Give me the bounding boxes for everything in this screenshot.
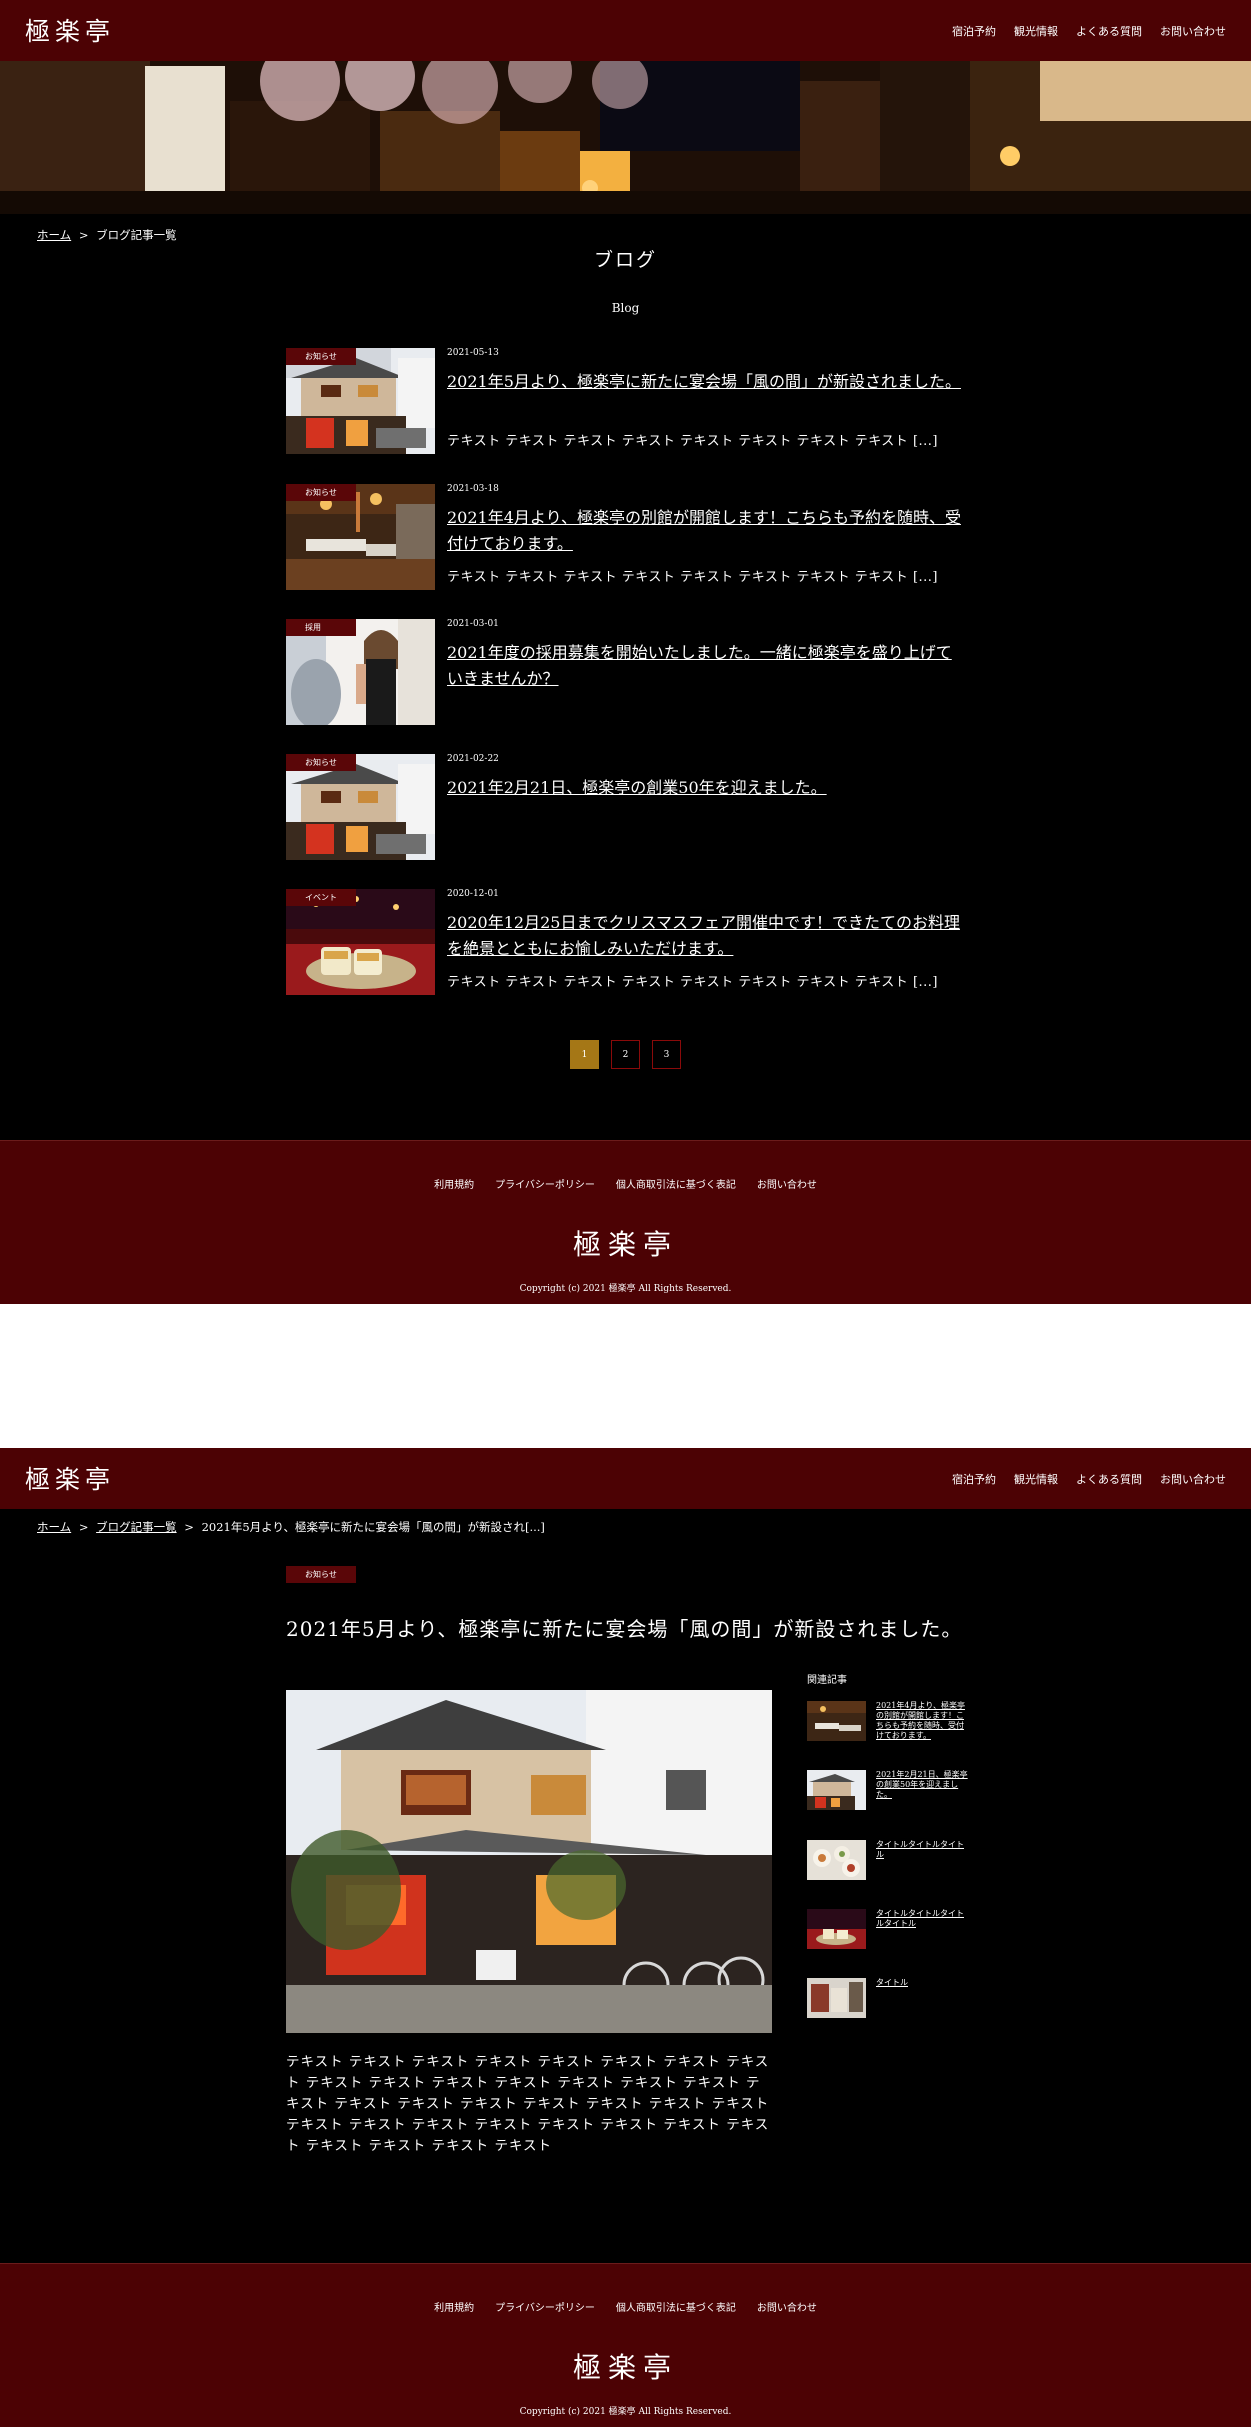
post-title-link[interactable]: 2021年度の採用募集を開始いたしました。一緒に極楽亭を盛り上げていきませんか？ [447, 640, 967, 692]
category-badge: お知らせ [286, 1566, 356, 1583]
footer-logo[interactable]: 極楽亭 [0, 1223, 1251, 1263]
related-heading: 関連記事 [807, 1675, 847, 1686]
post-date: 2020-12-01 [447, 889, 499, 899]
breadcrumb-separator: > [184, 1520, 194, 1534]
post-item: イベント 2020-12-01 2020年12月25日までクリスマスフェア開催中… [286, 889, 966, 995]
related-article[interactable]: 2021年2月21日、極楽亭の創業50年を迎えました。 [807, 1770, 977, 1810]
category-badge: お知らせ [286, 484, 356, 501]
related-thumbnail[interactable] [807, 1840, 866, 1880]
related-thumbnail[interactable] [807, 1909, 866, 1949]
post-excerpt: テキスト テキスト テキスト テキスト テキスト テキスト テキスト テキスト … [447, 975, 938, 990]
footer-link-commerce-law[interactable]: 個人商取引法に基づく表記 [616, 2299, 736, 2314]
breadcrumb-separator: > [78, 1520, 89, 1534]
nav-item-sightseeing[interactable]: 観光情報 [1014, 1471, 1058, 1487]
breadcrumb: ホーム > ブログ記事一覧 > 2021年5月より、極楽亭に新たに宴会場「風の間… [37, 1519, 545, 1535]
related-title-link[interactable]: タイトル [876, 1978, 968, 1988]
breadcrumb: ホーム > ブログ記事一覧 [37, 227, 177, 243]
footer-links: 利用規約 プライバシーポリシー 個人商取引法に基づく表記 お問い合わせ [0, 2299, 1251, 2314]
footer-link-privacy[interactable]: プライバシーポリシー [495, 1176, 595, 1191]
post-item: お知らせ 2021-02-22 2021年2月21日、極楽亭の創業50年を迎えま… [286, 754, 966, 860]
page-title: ブログ [593, 249, 657, 271]
hero-image [0, 61, 1251, 214]
breadcrumb-current: 2021年5月より、極楽亭に新たに宴会場「風の間」が新設され[...] [201, 1520, 545, 1534]
page-button-1[interactable]: 1 [570, 1040, 599, 1069]
related-article[interactable]: タイトルタイトルタイトル [807, 1840, 977, 1880]
related-thumbnail[interactable] [807, 1770, 866, 1810]
post-thumbnail[interactable]: イベント [286, 889, 435, 995]
copyright: Copyright (c) 2021 極楽亭 All Rights Reserv… [519, 2407, 732, 2417]
category-badge: お知らせ [286, 348, 356, 365]
post-date: 2021-03-01 [447, 619, 499, 629]
footer-link-terms[interactable]: 利用規約 [434, 2299, 474, 2314]
post-excerpt: テキスト テキスト テキスト テキスト テキスト テキスト テキスト テキスト … [447, 434, 938, 449]
post-title-link[interactable]: 2021年5月より、極楽亭に新たに宴会場「風の間」が新設されました。 [447, 369, 967, 395]
nav-item-reservation[interactable]: 宿泊予約 [952, 1471, 996, 1487]
category-badge: お知らせ [286, 754, 356, 771]
page-button-2[interactable]: 2 [611, 1040, 640, 1069]
main-nav: 宿泊予約 観光情報 よくある質問 お問い合わせ [952, 23, 1226, 39]
page-subtitle: Blog [611, 301, 640, 315]
site-header: 極楽亭 宿泊予約 観光情報 よくある質問 お問い合わせ [0, 1448, 1251, 1509]
breadcrumb-blog-list[interactable]: ブログ記事一覧 [96, 1520, 177, 1534]
breadcrumb-home[interactable]: ホーム [37, 1520, 71, 1534]
related-article[interactable]: 2021年4月より、極楽亭の別館が開館します！こちらも予約を随時、受付けておりま… [807, 1701, 977, 1741]
category-badge: イベント [286, 889, 356, 906]
related-article[interactable]: タイトルタイトルタイトルタイトル [807, 1909, 977, 1949]
blog-detail-page: 極楽亭 宿泊予約 観光情報 よくある質問 お問い合わせ ホーム > ブログ記事一… [0, 1448, 1251, 2427]
site-header: 極楽亭 宿泊予約 観光情報 よくある質問 お問い合わせ [0, 0, 1251, 61]
related-thumbnail[interactable] [807, 1978, 866, 2018]
copyright: Copyright (c) 2021 極楽亭 All Rights Reserv… [519, 1284, 732, 1294]
site-footer: 利用規約 プライバシーポリシー 個人商取引法に基づく表記 お問い合わせ 極楽亭 … [0, 2263, 1251, 2427]
post-thumbnail[interactable]: お知らせ [286, 348, 435, 454]
post-excerpt: テキスト テキスト テキスト テキスト テキスト テキスト テキスト テキスト … [447, 570, 938, 585]
related-thumbnail[interactable] [807, 1701, 866, 1741]
footer-logo[interactable]: 極楽亭 [0, 2346, 1251, 2386]
nav-item-faq[interactable]: よくある質問 [1076, 23, 1142, 39]
nav-item-contact[interactable]: お問い合わせ [1160, 1471, 1226, 1487]
post-title-link[interactable]: 2021年2月21日、極楽亭の創業50年を迎えました。 [447, 775, 967, 801]
main-nav: 宿泊予約 観光情報 よくある質問 お問い合わせ [952, 1471, 1226, 1487]
site-logo[interactable]: 極楽亭 [25, 12, 115, 48]
related-title-link[interactable]: タイトルタイトルタイトルタイトル [876, 1909, 968, 1929]
related-title-link[interactable]: タイトルタイトルタイトル [876, 1840, 968, 1860]
post-date: 2021-02-22 [447, 754, 499, 764]
breadcrumb-home[interactable]: ホーム [37, 228, 71, 242]
breadcrumb-current: ブログ記事一覧 [96, 228, 177, 242]
article-body: テキスト テキスト テキスト テキスト テキスト テキスト テキスト テキスト … [286, 2054, 770, 2154]
post-title-link[interactable]: 2021年4月より、極楽亭の別館が開館します！こちらも予約を随時、受付けておりま… [447, 505, 967, 557]
footer-link-privacy[interactable]: プライバシーポリシー [495, 2299, 595, 2314]
footer-link-contact[interactable]: お問い合わせ [757, 1176, 817, 1191]
related-article[interactable]: タイトル [807, 1978, 977, 2018]
breadcrumb-separator: > [78, 228, 89, 242]
nav-item-contact[interactable]: お問い合わせ [1160, 23, 1226, 39]
related-title-link[interactable]: 2021年4月より、極楽亭の別館が開館します！こちらも予約を随時、受付けておりま… [876, 1701, 968, 1741]
article-image [286, 1690, 772, 2033]
nav-item-faq[interactable]: よくある質問 [1076, 1471, 1142, 1487]
nav-item-sightseeing[interactable]: 観光情報 [1014, 23, 1058, 39]
site-footer: 利用規約 プライバシーポリシー 個人商取引法に基づく表記 お問い合わせ 極楽亭 … [0, 1140, 1251, 1304]
post-title-link[interactable]: 2020年12月25日までクリスマスフェア開催中です！できたてのお料理を絶景とと… [447, 910, 967, 962]
post-date: 2021-03-18 [447, 484, 499, 494]
footer-link-commerce-law[interactable]: 個人商取引法に基づく表記 [616, 1176, 736, 1191]
footer-links: 利用規約 プライバシーポリシー 個人商取引法に基づく表記 お問い合わせ [0, 1176, 1251, 1191]
pagination: 1 2 3 [570, 1040, 681, 1069]
related-title-link[interactable]: 2021年2月21日、極楽亭の創業50年を迎えました。 [876, 1770, 968, 1800]
article-title: 2021年5月より、極楽亭に新たに宴会場「風の間」が新設されました。 [286, 1617, 963, 1641]
page-button-3[interactable]: 3 [652, 1040, 681, 1069]
post-date: 2021-05-13 [447, 348, 499, 358]
post-thumbnail[interactable]: 採用 [286, 619, 435, 725]
nav-item-reservation[interactable]: 宿泊予約 [952, 23, 996, 39]
post-thumbnail[interactable]: お知らせ [286, 754, 435, 860]
category-badge: 採用 [286, 619, 356, 636]
post-item: 採用 2021-03-01 2021年度の採用募集を開始いたしました。一緒に極楽… [286, 619, 966, 725]
post-thumbnail[interactable]: お知らせ [286, 484, 435, 590]
footer-link-terms[interactable]: 利用規約 [434, 1176, 474, 1191]
site-logo[interactable]: 極楽亭 [25, 1460, 115, 1496]
post-item: お知らせ 2021-05-13 2021年5月より、極楽亭に新たに宴会場「風の間… [286, 348, 966, 454]
footer-link-contact[interactable]: お問い合わせ [757, 2299, 817, 2314]
post-item: お知らせ 2021-03-18 2021年4月より、極楽亭の別館が開館します！こ… [286, 484, 966, 590]
blog-list-page: 極楽亭 宿泊予約 観光情報 よくある質問 お問い合わせ ホーム > ブログ記事一… [0, 0, 1251, 1304]
